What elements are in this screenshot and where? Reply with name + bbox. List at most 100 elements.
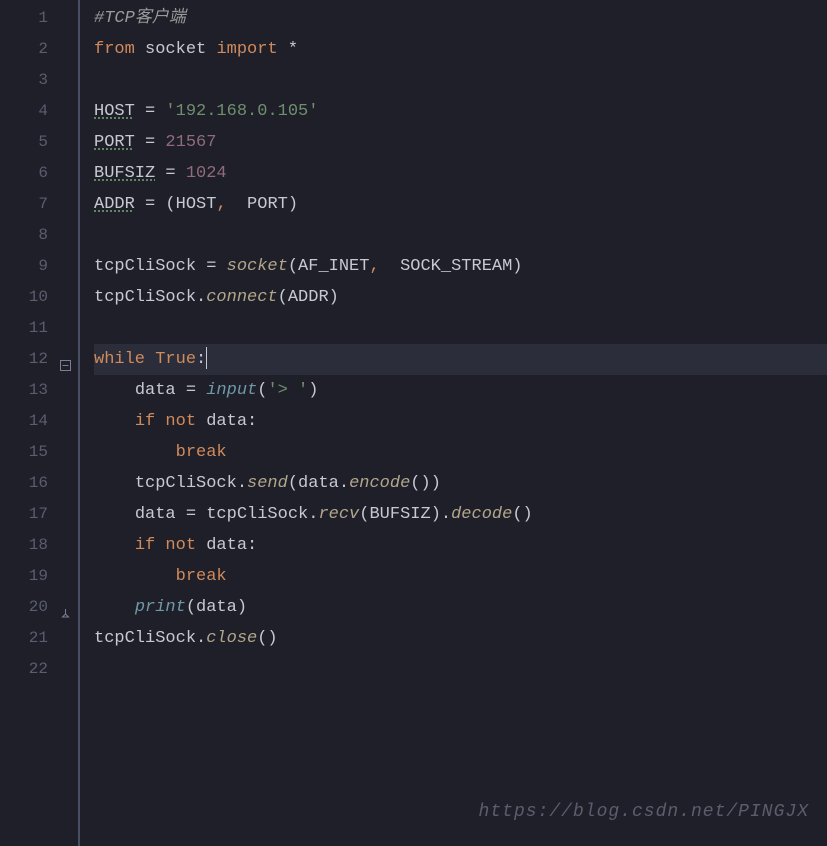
code-line[interactable]: if not data: [94,406,827,437]
code-editor[interactable]: 12345678910111213141516171819202122 #TCP… [0,0,827,846]
token: ). [431,505,451,524]
line-number: 22 [0,654,48,685]
token: ) [431,474,441,493]
code-line[interactable] [94,65,827,96]
token: tcpCliSock. [94,288,206,307]
token: : [247,536,257,555]
line-number: 12 [0,344,48,375]
code-line[interactable] [94,220,827,251]
line-number: 20 [0,592,48,623]
token: SOCK_STREAM [390,257,512,276]
line-number: 18 [0,530,48,561]
code-area[interactable]: #TCP客户端from socket import * HOST = '192.1… [94,0,827,846]
fold-end-icon[interactable] [60,600,71,611]
fold-slot [58,654,78,685]
code-line[interactable] [94,313,827,344]
token [94,536,135,555]
line-number: 13 [0,375,48,406]
token: BUFSIZ [369,505,430,524]
code-line[interactable]: tcpCliSock = socket(AF_INET, SOCK_STREAM… [94,251,827,282]
code-line[interactable]: ADDR = (HOST, PORT) [94,189,827,220]
line-number: 5 [0,127,48,158]
token: , [369,257,389,276]
token: if not [135,412,206,431]
token: ( [288,257,298,276]
token: () [512,505,532,524]
token: = [135,102,166,121]
token [94,598,135,617]
code-line[interactable] [94,654,827,685]
line-number: 3 [0,65,48,96]
fold-slot [58,530,78,561]
token: ADDR [288,288,329,307]
line-number: 14 [0,406,48,437]
fold-slot [58,34,78,65]
token: ( [186,598,196,617]
code-line[interactable]: tcpCliSock.send(data.encode()) [94,468,827,499]
text-cursor [206,347,207,369]
token: tcpCliSock = [94,257,227,276]
token: 1024 [186,164,227,183]
code-line[interactable]: break [94,437,827,468]
code-line[interactable]: BUFSIZ = 1024 [94,158,827,189]
watermark: https://blog.csdn.net/PINGJX [479,797,809,828]
line-number: 17 [0,499,48,530]
code-line[interactable]: from socket import * [94,34,827,65]
code-line[interactable]: tcpCliSock.close() [94,623,827,654]
fold-collapse-icon[interactable] [60,352,71,363]
token: socket [227,257,288,276]
token: , [216,195,236,214]
code-line[interactable]: tcpCliSock.connect(ADDR) [94,282,827,313]
token: ( [278,288,288,307]
token: 21567 [165,133,216,152]
code-line[interactable]: if not data: [94,530,827,561]
fold-slot [58,437,78,468]
token: PORT [237,195,288,214]
fold-slot [58,251,78,282]
token: close [206,629,257,648]
token: socket [145,40,216,59]
token: connect [206,288,277,307]
gutter: 12345678910111213141516171819202122 [0,0,58,846]
fold-slot [58,468,78,499]
token: = ( [135,195,176,214]
fold-slot [58,3,78,34]
line-number: 8 [0,220,48,251]
token: decode [451,505,512,524]
code-line[interactable]: print(data) [94,592,827,623]
code-line[interactable]: PORT = 21567 [94,127,827,158]
fold-slot [58,344,78,375]
token: data. [298,474,349,493]
fold-slot [58,313,78,344]
code-line[interactable]: break [94,561,827,592]
fold-slot [58,96,78,127]
token: input [206,381,257,400]
code-line[interactable]: data = input('> ') [94,375,827,406]
token: if not [135,536,206,555]
token: data [206,536,247,555]
token: ( [257,381,267,400]
line-number: 6 [0,158,48,189]
editor-separator [78,0,80,846]
fold-slot [58,127,78,158]
code-line[interactable]: data = tcpCliSock.recv(BUFSIZ).decode() [94,499,827,530]
fold-slot [58,282,78,313]
token [94,412,135,431]
token: AF_INET [298,257,369,276]
code-line[interactable]: #TCP客户端 [94,3,827,34]
fold-slot [58,561,78,592]
token: ADDR [94,195,135,214]
token: HOST [176,195,217,214]
fold-slot [58,220,78,251]
fold-slot [58,65,78,96]
code-line[interactable]: HOST = '192.168.0.105' [94,96,827,127]
token: ) [288,195,298,214]
fold-slot [58,623,78,654]
token: while [94,350,155,369]
line-number: 11 [0,313,48,344]
line-number: 4 [0,96,48,127]
token: from [94,40,145,59]
fold-slot [58,592,78,623]
line-number: 19 [0,561,48,592]
token: = [155,164,186,183]
